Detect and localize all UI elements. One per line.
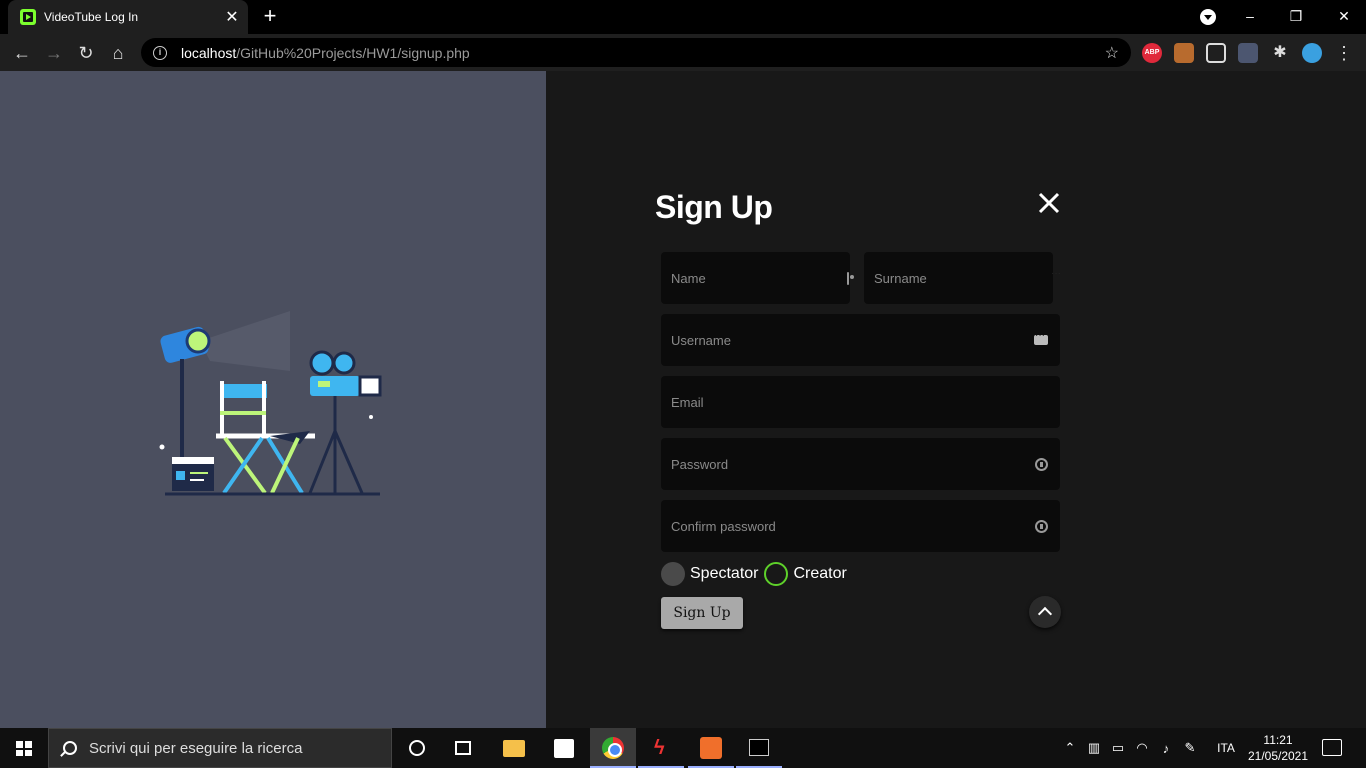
tab-search-button[interactable] xyxy=(1192,4,1224,28)
language-indicator[interactable]: ITA xyxy=(1212,728,1240,768)
url-path: /GitHub%20Projects/HW1/signup.php xyxy=(236,44,470,61)
surname-field xyxy=(864,252,1061,304)
creator-label: Creator xyxy=(793,565,847,582)
taskbar-search-box[interactable]: Scrivi qui per eseguire la ricerca xyxy=(48,728,392,768)
name-field xyxy=(661,252,854,304)
chevron-up-icon[interactable]: ⌃ xyxy=(1058,740,1082,756)
keyboard-icon xyxy=(1034,330,1048,345)
username-field xyxy=(661,314,1060,366)
volume-icon[interactable]: ♪ xyxy=(1154,741,1178,756)
system-tray: ⌃ ▥ ▭ ◠ ♪ ✎ xyxy=(1058,728,1202,768)
wifi-icon[interactable]: ◠ xyxy=(1130,740,1154,756)
forward-arrow-icon[interactable]: → xyxy=(41,40,67,66)
reload-icon[interactable]: ↻ xyxy=(73,40,99,66)
lightning-icon: ϟ xyxy=(654,737,665,759)
cortana-button[interactable] xyxy=(394,728,440,768)
page-title: Sign Up xyxy=(655,189,773,225)
tab-title: VideoTube Log In xyxy=(44,10,139,24)
film-set-illustration xyxy=(159,311,382,496)
url-host: localhost xyxy=(181,44,237,61)
browser-tab-bar: VideoTube Log In ✕ + – ❐ ✕ xyxy=(0,0,1366,34)
home-icon[interactable]: ⌂ xyxy=(105,40,131,66)
scroll-up-chevron-icon[interactable] xyxy=(1029,596,1061,628)
contact-card-icon xyxy=(847,271,854,285)
store-button[interactable] xyxy=(540,728,586,768)
clock-time: 11:21 xyxy=(1263,733,1293,747)
chrome-taskbar-button[interactable] xyxy=(590,728,636,768)
search-icon xyxy=(63,741,77,755)
site-info-icon[interactable]: i xyxy=(153,45,167,60)
password-field xyxy=(661,438,1060,490)
password-input[interactable] xyxy=(671,456,1035,472)
confirm-password-input[interactable] xyxy=(671,518,1035,534)
start-button[interactable] xyxy=(0,728,48,768)
folder-icon xyxy=(503,740,525,757)
email-input[interactable] xyxy=(671,394,1048,410)
maximize-button[interactable]: ❐ xyxy=(1280,4,1312,28)
confirm-password-field xyxy=(661,500,1060,552)
task-view-button[interactable] xyxy=(440,728,486,768)
task-view-icon xyxy=(455,741,471,755)
file-explorer-button[interactable] xyxy=(490,728,536,768)
close-icon[interactable] xyxy=(1037,191,1061,215)
clock-date: 21/05/2021 xyxy=(1247,749,1309,763)
extension-keyboard-icon[interactable] xyxy=(1238,43,1258,63)
adblock-plus-icon[interactable]: ABP xyxy=(1142,43,1162,63)
extension-icon[interactable] xyxy=(1174,43,1194,63)
terminal-button[interactable] xyxy=(736,728,782,768)
spectator-radio[interactable] xyxy=(661,562,685,586)
flash-app-button[interactable]: ϟ xyxy=(638,728,684,768)
username-input[interactable] xyxy=(671,332,1034,348)
browser-toolbar: ← → ↻ ⌂ i localhost /GitHub%20Projects/H… xyxy=(0,34,1366,71)
spectator-label: Spectator xyxy=(690,565,759,582)
email-field xyxy=(661,376,1060,428)
taskbar-search-placeholder: Scrivi qui per eseguire la ricerca xyxy=(89,739,303,757)
xampp-icon xyxy=(700,737,722,759)
taskbar-clock[interactable]: 11:21 21/05/2021 xyxy=(1244,732,1312,764)
role-selector: Spectator Creator xyxy=(661,562,847,586)
pen-icon[interactable]: ✎ xyxy=(1178,740,1202,756)
signup-button[interactable]: Sign Up xyxy=(661,597,743,629)
address-bar[interactable]: i localhost /GitHub%20Projects/HW1/signu… xyxy=(141,38,1131,67)
windows-taskbar: Scrivi qui per eseguire la ricerca ϟ ⌃ ▥… xyxy=(0,728,1366,768)
extensions-puzzle-icon[interactable]: ✱ xyxy=(1270,43,1290,63)
password-key-icon xyxy=(1035,519,1048,533)
extension-grid-icon[interactable] xyxy=(1206,43,1226,63)
minimize-button[interactable]: – xyxy=(1234,4,1266,28)
chrome-icon xyxy=(602,737,624,759)
store-bag-icon xyxy=(554,739,574,758)
chevron-down-icon xyxy=(1200,9,1216,26)
new-tab-button[interactable]: + xyxy=(258,4,282,28)
notifications-icon[interactable] xyxy=(1322,739,1342,756)
creator-radio[interactable] xyxy=(764,562,789,586)
star-icon[interactable]: ☆ xyxy=(1105,43,1119,63)
surname-input[interactable] xyxy=(874,270,1050,286)
terminal-icon xyxy=(749,739,769,756)
back-arrow-icon[interactable]: ← xyxy=(9,40,35,66)
browser-tab[interactable]: VideoTube Log In ✕ xyxy=(8,0,248,34)
tablet-mode-icon[interactable]: ▥ xyxy=(1082,740,1106,756)
name-input[interactable] xyxy=(671,270,847,286)
page-content: Sign Up Spectator xyxy=(0,71,1366,728)
cortana-icon xyxy=(409,740,425,756)
menu-icon[interactable]: ⋮ xyxy=(1334,43,1354,63)
window-close-button[interactable]: ✕ xyxy=(1328,4,1360,28)
battery-icon[interactable]: ▭ xyxy=(1106,740,1130,756)
windows-logo-icon xyxy=(16,741,32,756)
tab-close-icon[interactable]: ✕ xyxy=(224,7,240,27)
videotube-favicon-icon xyxy=(20,9,36,25)
xampp-button[interactable] xyxy=(688,728,734,768)
password-key-icon xyxy=(1035,457,1048,471)
illustration-panel xyxy=(0,71,546,728)
profile-avatar-icon[interactable] xyxy=(1302,43,1322,63)
